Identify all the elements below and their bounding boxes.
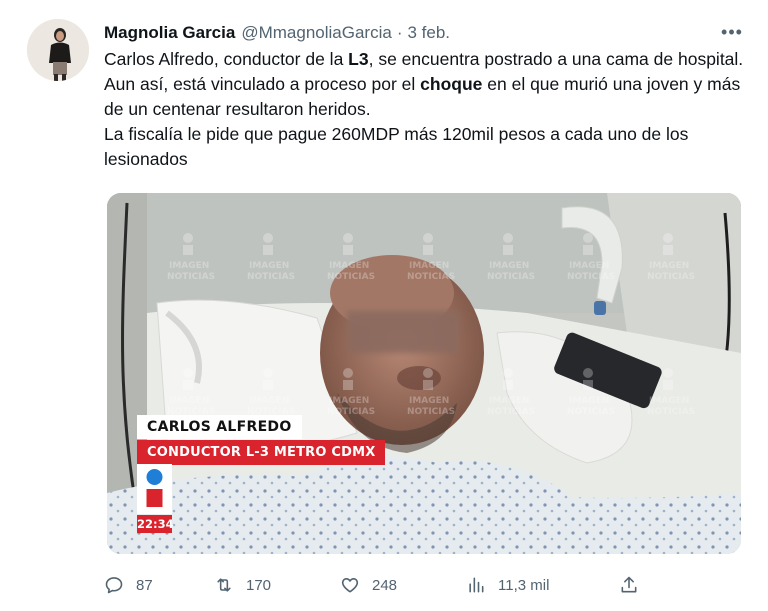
tweet-text: Carlos Alfredo, conductor de la L3, se e…	[104, 47, 744, 172]
tweet-paragraph-2: La fiscalía le pide que pague 260MDP más…	[104, 124, 689, 169]
watermark-text: IMAGEN	[489, 396, 529, 406]
watermark-text: NOTICIAS	[407, 272, 455, 282]
watermark-text: NOTICIAS	[647, 407, 695, 417]
watermark-text: IMAGEN	[569, 261, 609, 271]
retweet-button[interactable]: 170	[214, 570, 271, 600]
reply-count: 87	[136, 576, 153, 594]
author-handle[interactable]: @MmagnoliaGarcia	[241, 23, 391, 43]
watermark-text: IMAGEN	[329, 396, 369, 406]
retweet-count: 170	[246, 576, 272, 594]
tweet-date[interactable]: 3 feb.	[407, 23, 450, 43]
watermark-text: IMAGEN	[249, 396, 289, 406]
views-button[interactable]: 11,3 mil	[466, 570, 549, 600]
reply-icon	[105, 577, 123, 594]
watermark-text: NOTICIAS	[487, 407, 535, 417]
watermark-text: IMAGEN	[409, 261, 449, 271]
watermark-text: IMAGEN	[329, 261, 369, 271]
reply-button[interactable]: 87	[104, 570, 153, 600]
watermark-text: NOTICIAS	[167, 272, 215, 282]
like-count: 248	[372, 576, 398, 594]
text-bold-l3: L3	[348, 49, 369, 69]
watermark-text: IMAGEN	[489, 261, 529, 271]
avatar[interactable]	[27, 19, 89, 81]
watermark-text: NOTICIAS	[647, 272, 695, 282]
watermark-text: NOTICIAS	[567, 272, 615, 282]
tweet-paragraph-1: Carlos Alfredo, conductor de la L3, se e…	[104, 47, 744, 122]
caption-name: CARLOS ALFREDO	[137, 415, 302, 439]
watermark-text: IMAGEN	[649, 261, 689, 271]
watermark-text: NOTICIAS	[327, 272, 375, 282]
retweet-icon	[217, 578, 231, 592]
analytics-icon	[469, 577, 484, 593]
watermark-text: NOTICIAS	[327, 407, 375, 417]
tweet-card[interactable]: Magnolia Garcia @MmagnoliaGarcia · 3 feb…	[0, 0, 768, 611]
tweet-header: Magnolia Garcia @MmagnoliaGarcia · 3 feb…	[104, 20, 748, 46]
author-name[interactable]: Magnolia Garcia	[104, 23, 235, 43]
broadcast-clock: 22:34	[137, 515, 174, 533]
imagen-logo-icon	[146, 469, 163, 507]
hospital-photo: IMAGENNOTICIAS IMAGENNOTICIAS IMAGENNOTI…	[107, 193, 741, 554]
watermark-text: IMAGEN	[169, 396, 209, 406]
watermark-text: NOTICIAS	[247, 272, 295, 282]
share-icon	[621, 576, 637, 593]
share-button[interactable]	[619, 570, 651, 600]
text-segment: Carlos Alfredo, conductor de la	[104, 49, 349, 69]
avatar-image	[27, 19, 89, 81]
watermark-text: IMAGEN	[649, 396, 689, 406]
text-bold-choque: choque	[420, 74, 483, 94]
watermark-text: NOTICIAS	[487, 272, 535, 282]
more-horizontal-icon[interactable]: •••	[720, 20, 744, 44]
watermark-text: NOTICIAS	[567, 407, 615, 417]
tweet-media-image[interactable]: IMAGEN NOTICIAS IMAGEN NOTICIAS IMAGEN NOTI…	[107, 193, 741, 554]
watermark-text: NOTICIAS	[407, 407, 455, 417]
like-button[interactable]: 248	[340, 570, 397, 600]
watermark-text: IMAGEN	[249, 261, 289, 271]
watermark-text: IMAGEN	[569, 396, 609, 406]
separator-dot: ·	[396, 23, 403, 42]
watermark-text: IMAGEN	[169, 261, 209, 271]
watermark-text: IMAGEN	[409, 396, 449, 406]
caption-role: CONDUCTOR L-3 METRO CDMX	[137, 440, 386, 465]
heart-icon	[341, 578, 359, 593]
views-count: 11,3 mil	[498, 576, 550, 594]
channel-logo	[137, 464, 172, 514]
tweet-actions: 87 170 248 11,3 mil	[104, 570, 664, 600]
